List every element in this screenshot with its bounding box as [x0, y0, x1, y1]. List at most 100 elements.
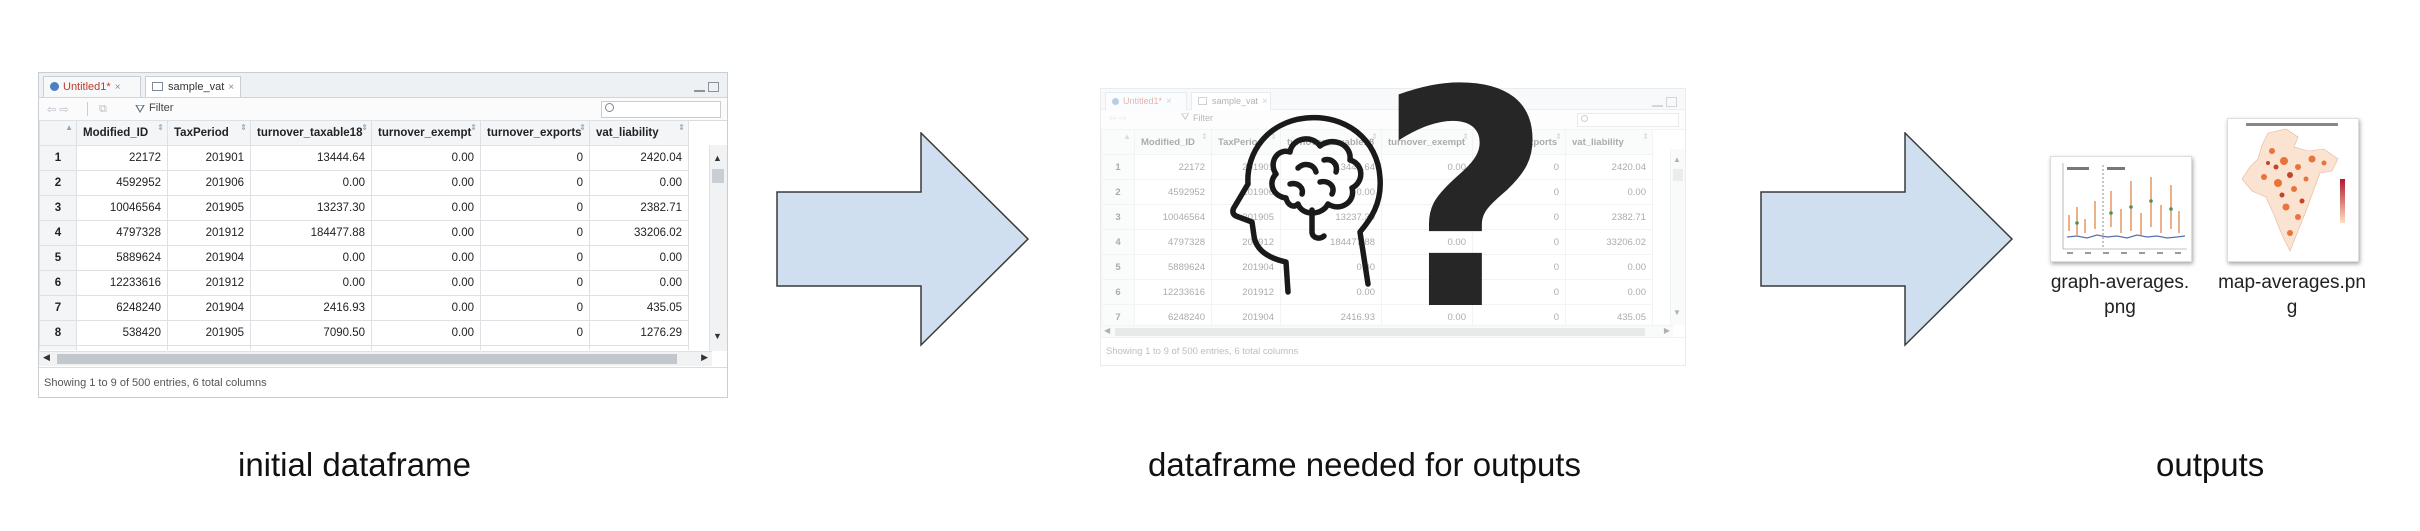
caption-initial-dataframe: initial dataframe: [238, 446, 471, 483]
column-header[interactable]: vat_liability ⇕: [1565, 129, 1653, 155]
back-forward-icon[interactable]: ⇦ ⇨: [1109, 113, 1127, 124]
table-cell: 201904: [1211, 304, 1281, 325]
graph-averages-label[interactable]: graph-averages. png: [2040, 270, 2200, 320]
tab-label: Untitled1*: [1123, 96, 1163, 106]
tab-sample-vat[interactable]: sample_vat ×: [1191, 92, 1271, 110]
table-cell: 435.05: [1565, 304, 1653, 325]
table-cell: 33206.02: [589, 220, 689, 246]
maximize-icon[interactable]: [708, 82, 719, 92]
table-cell: 1447.06: [589, 345, 689, 350]
search-input[interactable]: [601, 101, 721, 118]
search-icon: [1581, 115, 1588, 122]
table-cell: 13237.30: [250, 195, 372, 221]
close-icon[interactable]: ×: [115, 82, 121, 93]
map-averages-label[interactable]: map-averages.pn g: [2212, 270, 2372, 320]
filter-button[interactable]: Filter: [149, 102, 173, 114]
row-number: 4: [39, 220, 77, 246]
tab-untitled1[interactable]: Untitled1* ×: [1105, 92, 1187, 110]
table-cell: 5889624: [1134, 254, 1212, 280]
table-cell: 0.00: [371, 220, 481, 246]
table-cell: 201901: [167, 145, 251, 171]
close-icon[interactable]: ×: [1166, 96, 1172, 107]
scroll-up-icon[interactable]: ▲: [713, 153, 722, 163]
row-number: 8: [39, 320, 77, 346]
sort-icon[interactable]: ⇕: [579, 123, 586, 132]
vertical-scrollbar[interactable]: ▲ ▼: [1670, 149, 1685, 325]
tab-sample-vat[interactable]: sample_vat ×: [145, 76, 241, 97]
column-header[interactable]: TaxPeriod ⇕: [167, 120, 251, 146]
table-cell: 0: [480, 220, 590, 246]
scroll-thumb[interactable]: [1673, 169, 1683, 181]
column-header-label: turnover_exports: [487, 127, 582, 139]
arrow-right-icon: [1760, 132, 2014, 347]
scroll-down-icon[interactable]: ▼: [713, 331, 722, 341]
toolbar-divider: [87, 102, 88, 116]
table-cell: 201912: [167, 270, 251, 296]
column-header[interactable]: Modified_ID ⇕: [1134, 129, 1212, 155]
row-number: 1: [1101, 154, 1135, 180]
table-row: 7 6248240 201904 2416.93 0.00 0 435.05: [1101, 304, 1653, 325]
scroll-thumb[interactable]: [57, 354, 677, 364]
column-header-label: turnover_exempt: [378, 127, 472, 139]
filter-icon[interactable]: ⛛: [135, 102, 145, 117]
table-cell: 0.00: [371, 245, 481, 271]
row-number-header[interactable]: ▲: [39, 120, 77, 146]
column-header[interactable]: vat_liability ⇕: [589, 120, 689, 146]
row-number: 9: [39, 345, 77, 350]
filter-icon[interactable]: ⛛: [1181, 112, 1189, 123]
scroll-down-icon[interactable]: ▼: [1673, 308, 1681, 317]
sort-icon[interactable]: ⇕: [1201, 132, 1208, 141]
scroll-left-icon[interactable]: ◀: [43, 352, 50, 363]
scroll-up-icon[interactable]: ▲: [1673, 155, 1681, 164]
table-cell: 0: [480, 170, 590, 196]
sort-icon[interactable]: ⇕: [361, 123, 368, 132]
search-input[interactable]: [1577, 113, 1679, 127]
table-header-row: ▲ Modified_ID ⇕ TaxPeriod ⇕ turnover_taxable1…: [39, 120, 689, 146]
sort-icon[interactable]: ⇕: [470, 123, 477, 132]
sort-icon[interactable]: ▲: [1123, 132, 1131, 141]
table-cell: 0.00: [1565, 179, 1653, 205]
data-table: ▲ Modified_ID ⇕ TaxPeriod ⇕ turnover_taxable1…: [39, 120, 689, 350]
minimize-icon[interactable]: [694, 84, 705, 92]
graph-averages-thumbnail[interactable]: [2050, 156, 2192, 262]
table-row: 6 12233616 201912 0.00 0.00 0 0.00: [39, 270, 689, 296]
table-row: 1 22172 201901 13444.64 0.00 0 2420.04: [39, 145, 689, 171]
filter-button[interactable]: Filter: [1193, 113, 1213, 123]
row-number-header[interactable]: ▲: [1101, 129, 1135, 155]
back-forward-icon[interactable]: ⇦ ⇨: [47, 103, 69, 116]
sort-icon[interactable]: ▲: [65, 123, 73, 132]
table-icon: [152, 82, 163, 91]
table-cell: 5889624: [76, 245, 168, 271]
close-icon[interactable]: ×: [228, 82, 234, 93]
row-number: 1: [39, 145, 77, 171]
maximize-icon[interactable]: [1666, 97, 1677, 107]
scroll-right-icon[interactable]: ▶: [1664, 326, 1670, 335]
sort-icon[interactable]: ⇕: [678, 123, 685, 132]
close-icon[interactable]: ×: [1262, 96, 1268, 107]
column-header[interactable]: turnover_taxable18 ⇕: [250, 120, 372, 146]
sort-icon[interactable]: ⇕: [240, 123, 247, 132]
sort-icon[interactable]: ⇕: [1555, 132, 1562, 141]
popout-icon[interactable]: ⧉: [99, 103, 107, 116]
sort-icon[interactable]: ⇕: [157, 123, 164, 132]
column-header[interactable]: turnover_exempt ⇕: [371, 120, 481, 146]
table-cell: 0.00: [1565, 254, 1653, 280]
file-name-line: graph-averages.: [2050, 272, 2190, 293]
vertical-scrollbar[interactable]: ▲ ▼: [709, 145, 727, 351]
table-cell: 10046564: [1134, 204, 1212, 230]
minimize-icon[interactable]: [1652, 99, 1663, 107]
scroll-thumb[interactable]: [712, 169, 724, 183]
sort-icon[interactable]: ⇕: [1642, 132, 1649, 141]
table-cell: 22172: [76, 145, 168, 171]
table-cell: 0.00: [371, 170, 481, 196]
scroll-left-icon[interactable]: ◀: [1104, 326, 1110, 335]
question-mark-icon: ?: [1378, 27, 1553, 376]
column-header[interactable]: Modified_ID ⇕: [76, 120, 168, 146]
column-header-label: vat_liability: [596, 127, 659, 139]
column-header[interactable]: turnover_exports ⇕: [480, 120, 590, 146]
scroll-right-icon[interactable]: ▶: [701, 352, 708, 363]
horizontal-scrollbar[interactable]: ◀ ▶: [39, 351, 712, 366]
tab-untitled1[interactable]: Untitled1* ×: [43, 76, 141, 97]
map-averages-thumbnail[interactable]: [2227, 118, 2359, 262]
row-number: 5: [1101, 254, 1135, 280]
